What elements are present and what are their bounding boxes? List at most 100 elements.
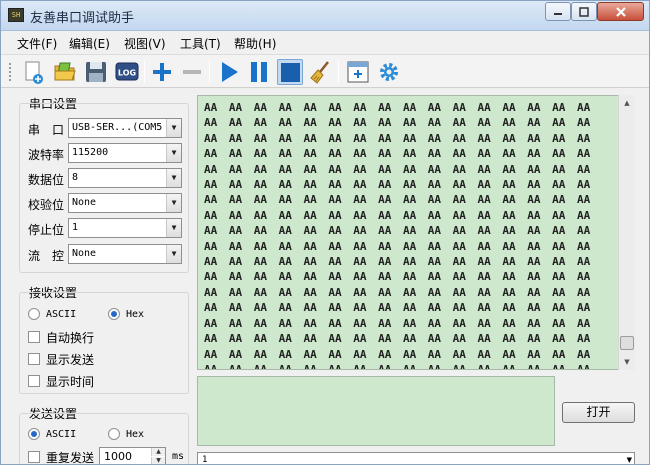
chevron-down-icon: ▼	[166, 119, 181, 137]
parity-label: 校验位	[28, 198, 65, 212]
receive-hex-label: Hex	[126, 309, 145, 320]
stopbits-select[interactable]: 1 ▼	[68, 218, 182, 238]
auto-newline-checkbox[interactable]	[28, 331, 40, 343]
chevron-down-icon: ▼	[166, 194, 181, 212]
menu-file[interactable]: 文件(F)	[17, 35, 57, 52]
scroll-thumb[interactable]	[620, 336, 634, 350]
close-button[interactable]	[597, 2, 644, 21]
remove-button[interactable]	[179, 59, 205, 85]
stop-button[interactable]	[277, 59, 303, 85]
parity-select[interactable]: None ▼	[68, 193, 182, 213]
scroll-up-icon[interactable]: ▲	[619, 95, 635, 111]
add-icon	[153, 63, 171, 81]
chevron-down-icon: ▼	[626, 456, 632, 464]
minimize-icon	[554, 13, 562, 15]
pause-button[interactable]	[246, 59, 272, 85]
send-ascii-label: ASCII	[46, 429, 77, 440]
chevron-down-icon: ▼	[166, 219, 181, 237]
toolbar: LOG	[1, 54, 649, 88]
receive-hex-radio[interactable]	[108, 308, 120, 320]
show-send-checkbox[interactable]	[28, 353, 40, 365]
show-time-checkbox[interactable]	[28, 375, 40, 387]
flow-label: 流 控	[28, 249, 65, 263]
svg-text:LOG: LOG	[118, 69, 136, 78]
show-time-label: 显示时间	[46, 375, 95, 389]
repeat-interval-value: 1000	[104, 450, 132, 463]
open-folder-icon	[54, 62, 76, 81]
app-logo-icon: SH	[8, 8, 24, 22]
send-hex-radio[interactable]	[108, 428, 120, 440]
repeat-send-label: 重复发送	[46, 451, 95, 465]
send-ascii-radio[interactable]	[28, 428, 40, 440]
receive-settings-frame	[19, 292, 189, 394]
menu-edit[interactable]: 编辑(E)	[69, 35, 110, 52]
port-select[interactable]: USB-SER...(COM5 ▼	[68, 118, 182, 138]
clear-broom-icon	[310, 61, 329, 84]
show-send-label: 显示发送	[46, 353, 95, 367]
open-port-button[interactable]: 打开	[562, 402, 635, 423]
log-button[interactable]: LOG	[114, 59, 140, 85]
port-value: USB-SER...(COM5	[72, 122, 163, 133]
spin-up-icon[interactable]: ▲	[151, 448, 165, 456]
send-history-select[interactable]: 1 ▼	[197, 452, 635, 465]
receive-ascii-radio[interactable]	[28, 308, 40, 320]
pause-icon	[251, 62, 267, 82]
minimize-button[interactable]	[545, 2, 571, 21]
menu-bar: 文件(F) 编辑(E) 视图(V) 工具(T) 帮助(H)	[1, 32, 649, 54]
clear-button[interactable]	[308, 59, 334, 85]
new-file-button[interactable]	[21, 59, 47, 85]
toolbar-separator	[338, 61, 339, 83]
databits-value: 8	[72, 172, 79, 183]
scroll-down-icon[interactable]: ▼	[619, 354, 635, 370]
stopbits-label: 停止位	[28, 223, 65, 237]
settings-gear-icon	[380, 63, 398, 81]
play-icon	[222, 62, 238, 82]
stop-icon	[281, 63, 300, 82]
app-window: SH 友善串口调试助手 文件(F) 编辑(E) 视图(V) 工具(T) 帮助(H…	[0, 0, 650, 465]
port-label: 串 口	[28, 123, 65, 137]
maximize-button[interactable]	[571, 2, 597, 21]
baud-label: 波特率	[28, 148, 65, 162]
flow-select[interactable]: None ▼	[68, 244, 182, 264]
receive-scrollbar[interactable]: ▲ ▼	[618, 95, 635, 370]
receive-data-text: AA AA AA AA AA AA AA AA AA AA AA AA AA A…	[204, 101, 591, 370]
log-icon: LOG	[115, 62, 139, 81]
menu-help[interactable]: 帮助(H)	[234, 35, 276, 52]
window-title: 友善串口调试助手	[30, 11, 135, 26]
repeat-send-checkbox[interactable]	[28, 451, 40, 463]
toolbar-separator	[209, 61, 210, 83]
send-data-input[interactable]	[197, 376, 555, 446]
title-bar[interactable]: SH 友善串口调试助手	[1, 1, 649, 31]
send-hex-label: Hex	[126, 429, 145, 440]
menu-tools[interactable]: 工具(T)	[180, 35, 221, 52]
spin-down-icon[interactable]: ▼	[151, 457, 165, 464]
add-window-button[interactable]	[345, 59, 371, 85]
menu-view[interactable]: 视图(V)	[124, 35, 166, 52]
databits-label: 数据位	[28, 173, 65, 187]
remove-icon	[183, 70, 201, 74]
toolbar-grip[interactable]	[9, 63, 12, 81]
receive-data-area[interactable]: AA AA AA AA AA AA AA AA AA AA AA AA AA A…	[197, 95, 635, 370]
repeat-interval-input[interactable]: 1000 ▲ ▼	[99, 447, 166, 464]
maximize-icon	[579, 7, 589, 17]
save-icon	[86, 62, 106, 82]
add-window-icon	[347, 61, 369, 83]
databits-select[interactable]: 8 ▼	[68, 168, 182, 188]
save-button[interactable]	[83, 59, 109, 85]
baud-select[interactable]: 115200 ▼	[68, 143, 182, 163]
chevron-down-icon: ▼	[166, 169, 181, 187]
settings-button[interactable]	[376, 59, 402, 85]
send-history-value: 1	[202, 455, 208, 465]
new-file-icon	[25, 61, 43, 84]
close-icon	[615, 7, 626, 17]
add-button[interactable]	[149, 59, 175, 85]
baud-value: 115200	[72, 147, 109, 158]
chevron-down-icon: ▼	[166, 245, 181, 263]
auto-newline-label: 自动换行	[46, 331, 95, 345]
flow-value: None	[72, 248, 97, 259]
receive-ascii-label: ASCII	[46, 309, 77, 320]
open-button[interactable]	[52, 59, 78, 85]
stopbits-value: 1	[72, 222, 79, 233]
interval-unit: ms	[172, 451, 185, 462]
start-button[interactable]	[216, 59, 242, 85]
